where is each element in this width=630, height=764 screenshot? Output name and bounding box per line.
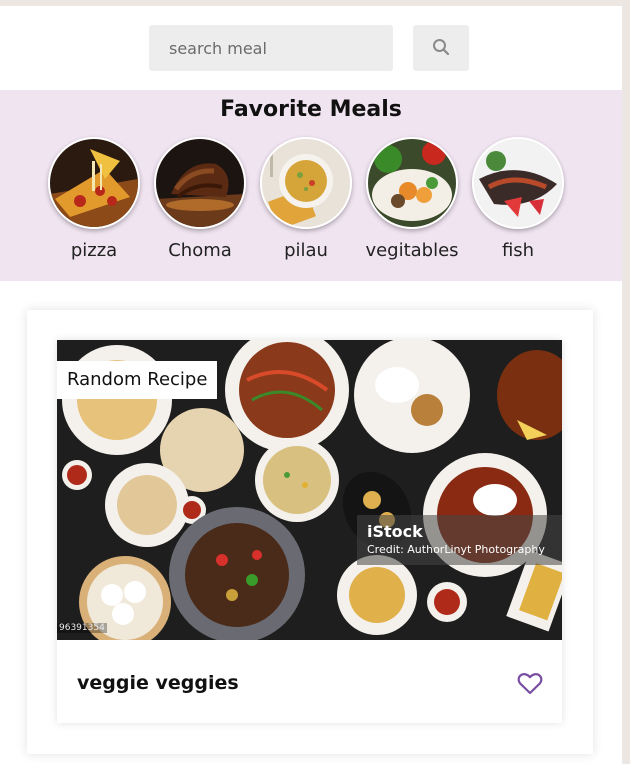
fav-item-fish[interactable]: fish	[472, 137, 564, 261]
random-recipe-tag: Random Recipe	[57, 361, 218, 399]
fav-label: Choma	[168, 240, 232, 261]
meal-app: Favorite Meals pizza	[0, 6, 622, 764]
favorites-list: pizza Choma pilau vegitables fish	[48, 137, 564, 261]
search-input[interactable]	[149, 25, 393, 71]
image-watermark-credit: Credit: AuthorLinyt Photography	[367, 543, 545, 556]
favorites-title: Favorite Meals	[220, 97, 402, 122]
fav-label: pizza	[70, 240, 118, 261]
fav-item-pizza[interactable]: pizza	[48, 137, 140, 261]
image-watermark-id: 96391354	[57, 623, 107, 633]
fav-image-pilau[interactable]	[260, 137, 352, 229]
recipe-image[interactable]: Random Recipe iStock Credit: AuthorLinyt…	[57, 340, 562, 640]
image-watermark-brand: iStock	[367, 522, 423, 541]
fav-item-vegitables[interactable]: vegitables	[365, 137, 459, 261]
search-bar	[0, 25, 622, 71]
fav-image-choma[interactable]	[154, 137, 246, 229]
fav-image-fish[interactable]	[472, 137, 564, 229]
recipe-card[interactable]: Random Recipe iStock Credit: AuthorLinyt…	[57, 340, 562, 723]
fav-item-choma[interactable]: Choma	[154, 137, 246, 261]
fav-label: pilau	[284, 240, 328, 261]
fav-image-vegitables[interactable]	[366, 137, 458, 229]
recipe-footer: veggie veggies	[57, 640, 562, 723]
fav-label: vegitables	[365, 240, 459, 261]
heart-outline-icon	[517, 672, 543, 699]
search-button[interactable]	[413, 25, 469, 71]
recipe-name: veggie veggies	[77, 672, 239, 694]
fav-label: fish	[501, 240, 535, 261]
fav-image-pizza[interactable]	[48, 137, 140, 229]
favorite-button[interactable]	[515, 671, 545, 699]
fav-item-pilau[interactable]: pilau	[260, 137, 352, 261]
favorite-meals-section: Favorite Meals pizza Choma pilau vegitab…	[0, 90, 622, 281]
random-recipe-section: Random Recipe iStock Credit: AuthorLinyt…	[27, 310, 593, 754]
search-icon	[432, 38, 450, 59]
